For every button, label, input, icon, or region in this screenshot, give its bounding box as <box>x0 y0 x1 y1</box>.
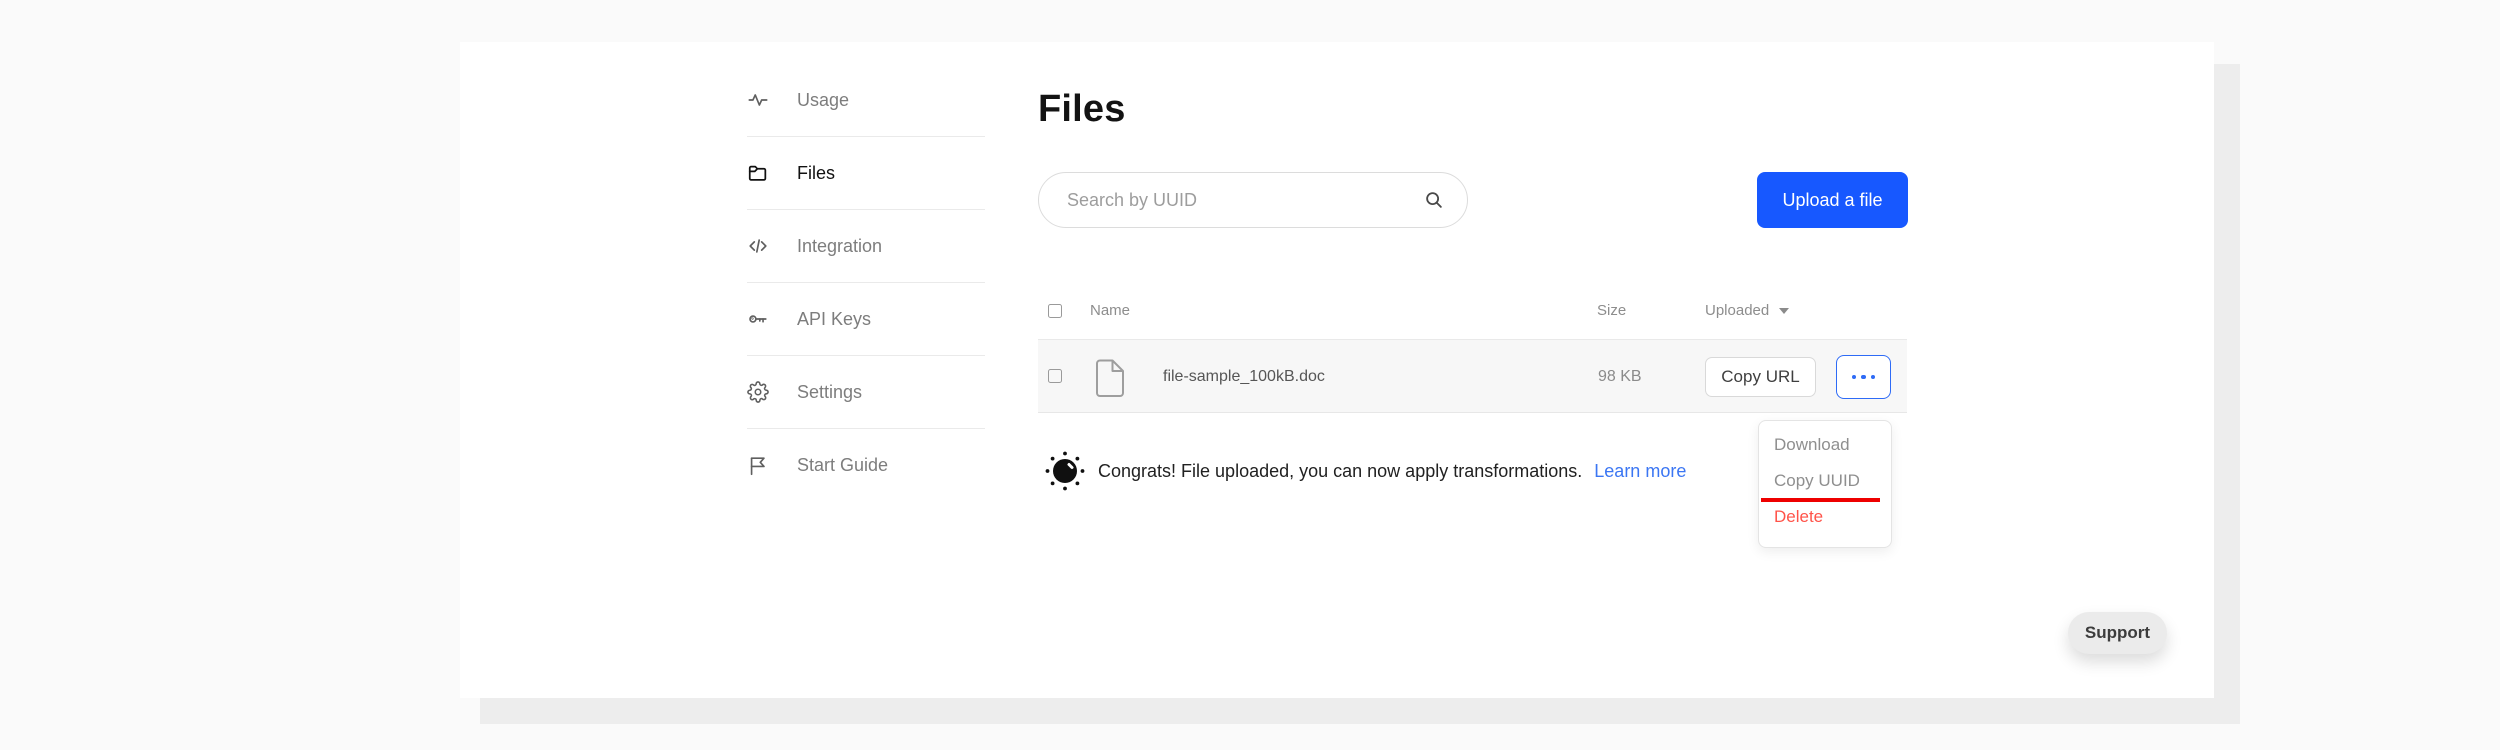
menu-item-download[interactable]: Download <box>1759 427 1891 463</box>
sidebar-item-label: Usage <box>797 89 850 110</box>
select-all-checkbox[interactable] <box>1048 303 1062 318</box>
column-header-uploaded[interactable]: Uploaded <box>1705 302 1790 319</box>
sort-caret-icon <box>1779 307 1790 314</box>
dashboard-card: Usage Files Integration API Keys Setting… <box>460 42 2214 698</box>
row-actions-menu: Download Copy UUID Delete <box>1758 420 1892 548</box>
folder-icon <box>747 162 769 184</box>
activity-icon <box>747 89 769 111</box>
learn-more-link[interactable]: Learn more <box>1594 461 1686 482</box>
sidebar-item-label: Integration <box>797 235 883 256</box>
flag-icon <box>747 455 769 477</box>
sidebar-item-files[interactable]: Files <box>747 137 985 210</box>
search-input[interactable] <box>1067 189 1423 211</box>
gear-icon <box>747 381 769 403</box>
menu-item-copy-uuid[interactable]: Copy UUID <box>1759 463 1891 499</box>
column-header-name[interactable]: Name <box>1090 302 1130 319</box>
sidebar-item-label: API Keys <box>797 308 872 329</box>
sidebar-item-integration[interactable]: Integration <box>747 210 985 283</box>
copy-uuid-annotation-underline <box>1761 498 1880 502</box>
code-icon <box>747 235 769 257</box>
sidebar-item-settings[interactable]: Settings <box>747 356 985 429</box>
sidebar-item-label: Start Guide <box>797 455 889 475</box>
file-name: file-sample_100kB.doc <box>1163 368 1325 385</box>
sidebar-item-start-guide[interactable]: Start Guide <box>747 429 985 502</box>
upload-file-button[interactable]: Upload a file <box>1757 172 1908 228</box>
page: Usage Files Integration API Keys Setting… <box>0 0 2500 750</box>
file-size: 98 KB <box>1598 368 1642 385</box>
congrats-text: Congrats! File uploaded, you can now app… <box>1098 460 1583 481</box>
table-header: Name Size Uploaded <box>1038 282 1907 339</box>
sidebar-item-label: Files <box>797 162 836 183</box>
more-actions-button[interactable] <box>1836 355 1891 399</box>
sidebar: Usage Files Integration API Keys Setting… <box>747 64 985 502</box>
column-header-size[interactable]: Size <box>1597 302 1626 319</box>
menu-item-delete[interactable]: Delete <box>1759 499 1891 535</box>
key-icon <box>747 308 769 330</box>
search-icon[interactable] <box>1423 189 1445 211</box>
table-row[interactable]: file-sample_100kB.doc 98 KB Copy URL <box>1038 339 1907 413</box>
row-checkbox[interactable] <box>1048 369 1062 383</box>
copy-url-button[interactable]: Copy URL <box>1705 357 1816 397</box>
sidebar-item-usage[interactable]: Usage <box>747 64 985 137</box>
support-button[interactable]: Support <box>2068 612 2167 654</box>
ellipsis-icon <box>1851 374 1857 380</box>
sidebar-item-api-keys[interactable]: API Keys <box>747 283 985 356</box>
congrats-banner: Congrats! File uploaded, you can now app… <box>1044 450 1686 492</box>
sidebar-item-label: Settings <box>797 381 863 402</box>
search-box <box>1038 172 1468 228</box>
page-title: Files <box>1038 88 1126 130</box>
firework-icon <box>1044 450 1086 492</box>
file-icon <box>1093 359 1125 397</box>
